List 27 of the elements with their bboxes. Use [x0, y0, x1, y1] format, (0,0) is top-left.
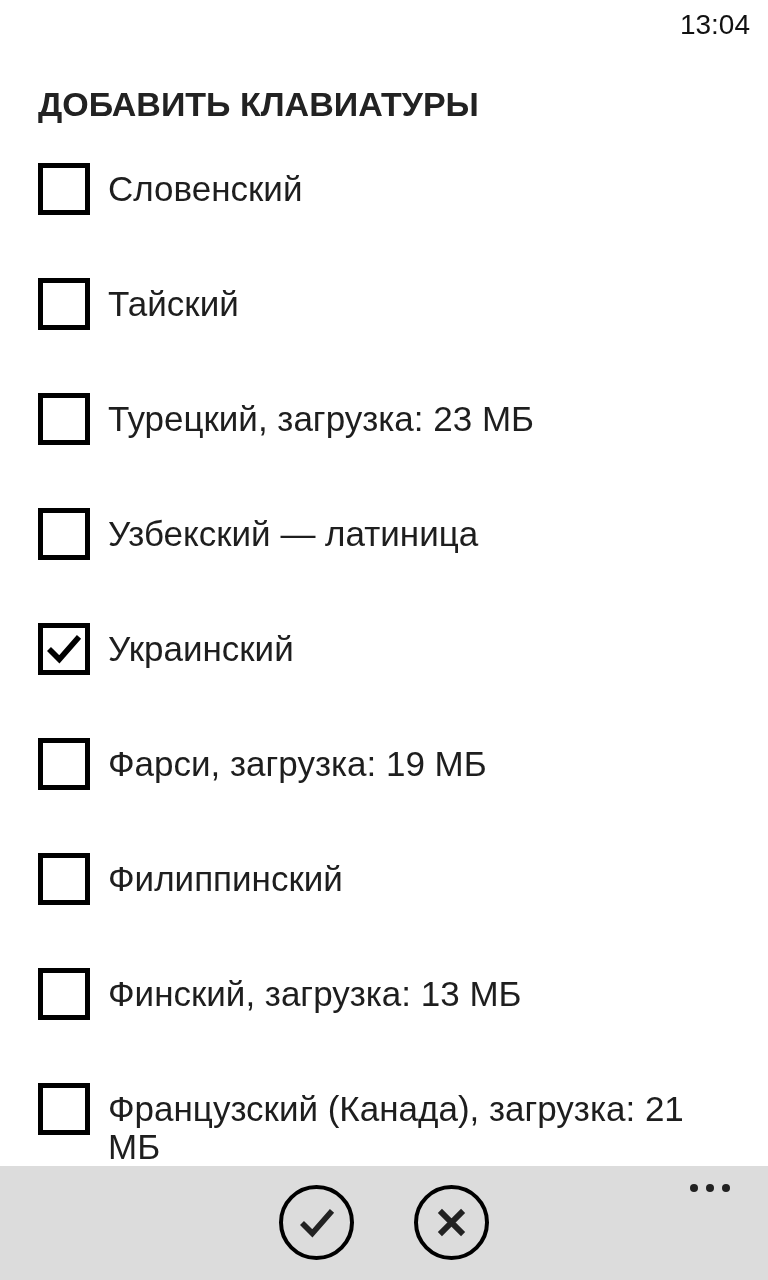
- keyboard-label: Узбекский — латиница: [108, 515, 479, 553]
- checkbox[interactable]: [38, 1083, 90, 1135]
- keyboard-label: Тайский: [108, 285, 239, 323]
- ellipsis-icon: [690, 1184, 730, 1192]
- keyboard-label: Французский (Канада), загрузка: 21 МБ: [108, 1090, 685, 1166]
- checkbox[interactable]: [38, 623, 90, 675]
- page-title: ДОБАВИТЬ КЛАВИАТУРЫ: [38, 84, 479, 124]
- checkmark-icon: [298, 1207, 335, 1238]
- keyboard-label: Финский, загрузка: 13 МБ: [108, 975, 522, 1013]
- keyboard-label: Украинский: [108, 630, 294, 668]
- more-button[interactable]: [690, 1184, 730, 1192]
- close-icon: [437, 1208, 466, 1237]
- keyboard-label: Филиппинский: [108, 860, 343, 898]
- status-time: 13:04: [679, 8, 750, 42]
- keyboard-label: Словенский: [108, 170, 303, 208]
- checkbox[interactable]: [38, 508, 90, 560]
- checkbox[interactable]: [38, 738, 90, 790]
- checkbox[interactable]: [38, 853, 90, 905]
- keyboard-label: Турецкий, загрузка: 23 МБ: [108, 400, 535, 438]
- checkbox[interactable]: [38, 968, 90, 1020]
- checkbox[interactable]: [38, 163, 90, 215]
- confirm-button[interactable]: [279, 1185, 354, 1260]
- checkbox[interactable]: [38, 393, 90, 445]
- keyboard-label: Фарси, загрузка: 19 МБ: [108, 745, 487, 783]
- cancel-button[interactable]: [414, 1185, 489, 1260]
- checkmark-icon: [46, 634, 82, 664]
- checkbox[interactable]: [38, 278, 90, 330]
